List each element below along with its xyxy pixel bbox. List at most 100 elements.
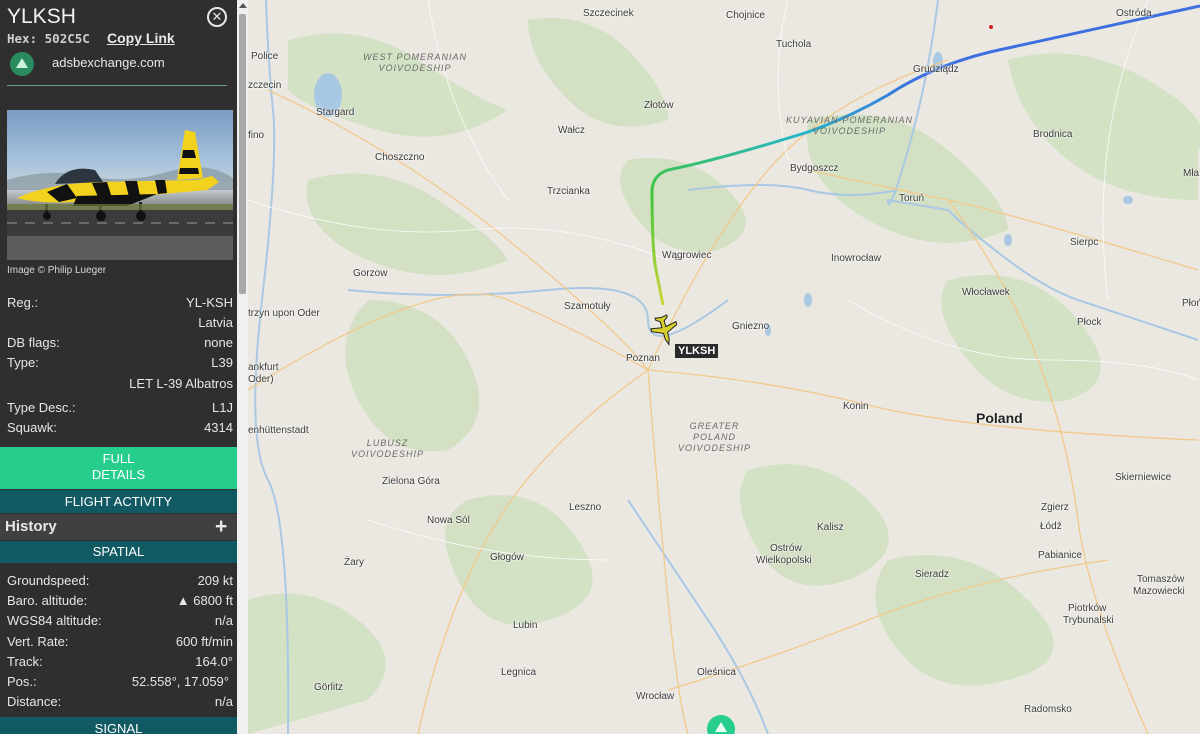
city-label: Tomaszów	[1137, 574, 1185, 585]
groundspeed-label: Groundspeed:	[7, 573, 90, 588]
aircraft-photo[interactable]	[7, 110, 233, 260]
city-label: Zielona Góra	[382, 476, 440, 487]
type-full-value: LET L-39 Albatros	[129, 376, 233, 391]
hex-code: Hex: 502C5C	[7, 31, 90, 46]
city-label: ankfurt	[248, 362, 279, 373]
city-label: Wałcz	[558, 125, 585, 136]
typedesc-value: L1J	[212, 400, 233, 415]
region-west-pomeranian: WEST POMERANIAN VOIVODESHIP	[363, 52, 468, 73]
squawk-value: 4314	[204, 420, 233, 435]
full-details-line2: DETAILS	[91, 467, 146, 482]
city-label: Skierniewice	[1115, 472, 1172, 483]
photo-credit: Image © Philip Lueger	[7, 265, 107, 276]
city-label: Włocławek	[962, 287, 1010, 298]
hex-value: 502C5C	[44, 31, 90, 46]
city-label: Stargard	[316, 107, 355, 118]
city-label: Szamotuły	[564, 301, 611, 312]
position-label: Pos.:	[7, 674, 37, 689]
city-label: Gniezno	[732, 321, 770, 332]
city-label: Wągrowiec	[662, 250, 712, 261]
info-sidebar: YLKSH ✕ Hex: 502C5C Copy Link adsbexchan…	[0, 0, 248, 734]
scrollbar-thumb[interactable]	[239, 14, 246, 294]
position-value: 52.558°, 17.059°	[131, 674, 229, 689]
country-label-poland: Poland	[976, 410, 1023, 426]
city-label: Ostrów	[770, 543, 802, 554]
plus-icon[interactable]: +	[215, 515, 227, 539]
region-greater-poland: GREATER POLAND VOIVODESHIP	[678, 421, 752, 453]
city-label: Inowrocław	[831, 253, 882, 264]
distance-label: Distance:	[7, 694, 62, 709]
signal-section-header[interactable]: SIGNAL	[0, 717, 237, 734]
squawk-label: Squawk:	[7, 420, 57, 435]
city-label: Ostróda	[1116, 8, 1152, 19]
city-label: Zgierz	[1041, 502, 1069, 513]
full-details-button[interactable]: FULL DETAILS	[0, 447, 237, 489]
spatial-section-header[interactable]: SPATIAL	[0, 541, 237, 563]
city-label: Kalisz	[817, 522, 844, 533]
city-label: Łódź	[1040, 521, 1062, 532]
country-value: Latvia	[198, 315, 233, 330]
city-label: Lubin	[513, 620, 538, 631]
region-kuyavian-pomeranian: KUYAVIAN-POMERANIAN VOIVODESHIP	[786, 115, 914, 136]
city-label: Toruń	[899, 193, 925, 204]
city-label: trzyn upon Oder	[248, 308, 320, 319]
city-label: Tuchola	[776, 39, 812, 50]
city-label: Piotrków	[1068, 603, 1107, 614]
copy-link-button[interactable]: Copy Link	[107, 30, 175, 46]
city-label: Wrocław	[636, 691, 675, 702]
city-label: Leszno	[569, 502, 602, 513]
city-label: fino	[248, 130, 265, 141]
track-value: 164.0°	[195, 654, 233, 669]
flight-activity-button[interactable]: FLIGHT ACTIVITY	[0, 490, 237, 513]
forest-areas	[248, 18, 1200, 734]
dbflags-value: none	[204, 335, 233, 350]
wgs84-altitude-label: WGS84 altitude:	[7, 613, 102, 628]
map-base-layer	[248, 0, 1200, 734]
history-section-header[interactable]: History +	[0, 514, 237, 540]
full-details-line1: FULL	[102, 451, 135, 466]
city-label: Chojnice	[726, 10, 765, 21]
city-label: Trybunalski	[1063, 615, 1114, 626]
city-label: Sieradz	[915, 569, 949, 580]
city-label: Gorzow	[353, 268, 388, 279]
vert-rate-label: Vert. Rate:	[7, 634, 69, 649]
city-label: Görlitz	[314, 682, 343, 693]
close-icon[interactable]: ✕	[207, 7, 227, 27]
city-label: Brodnica	[1033, 129, 1073, 140]
wgs84-altitude-value: n/a	[214, 613, 233, 628]
vert-rate-value: 600 ft/min	[175, 634, 233, 649]
map-view[interactable]: WEST POMERANIAN VOIVODESHIP KUYAVIAN-POME…	[248, 0, 1200, 734]
region-lubusz: LUBUSZ VOIVODESHIP	[351, 438, 425, 459]
city-label: Mazowiecki	[1133, 586, 1185, 597]
city-label: Police	[251, 51, 279, 62]
city-label: zczecin	[248, 80, 282, 91]
city-label: Oleśnica	[697, 667, 736, 678]
city-label: Szczecinek	[583, 8, 634, 19]
map-marker	[989, 25, 993, 29]
city-label: Mła	[1183, 168, 1200, 179]
city-label: Radomsko	[1024, 704, 1072, 715]
adsbexchange-link[interactable]: adsbexchange.com	[52, 55, 165, 70]
city-label: Płock	[1077, 317, 1102, 328]
city-label: Choszczno	[375, 152, 425, 163]
aircraft-callsign-title: YLKSH	[7, 5, 76, 28]
jet-aircraft-icon[interactable]	[648, 313, 681, 348]
dbflags-label: DB flags:	[7, 335, 60, 350]
baro-altitude-label: Baro. altitude:	[7, 593, 88, 608]
city-label: Oder)	[248, 374, 274, 385]
city-label: Płoń	[1182, 298, 1200, 309]
city-label: enhüttenstadt	[248, 425, 309, 436]
track-label: Track:	[7, 654, 43, 669]
city-label: Głogów	[490, 552, 524, 563]
city-label: Sierpc	[1070, 237, 1099, 248]
aircraft-callsign-label[interactable]: YLKSH	[675, 344, 719, 358]
divider	[7, 85, 227, 86]
baro-altitude-value: ▲ 6800 ft	[176, 593, 233, 608]
distance-value: n/a	[214, 694, 233, 709]
scroll-up-arrow-icon[interactable]	[239, 3, 247, 8]
city-label: Bydgoszcz	[790, 163, 839, 174]
adsbexchange-logo-icon	[10, 52, 34, 76]
city-label: Nowa Sól	[427, 515, 470, 526]
type-label: Type:	[7, 355, 39, 370]
type-value: L39	[211, 355, 233, 370]
